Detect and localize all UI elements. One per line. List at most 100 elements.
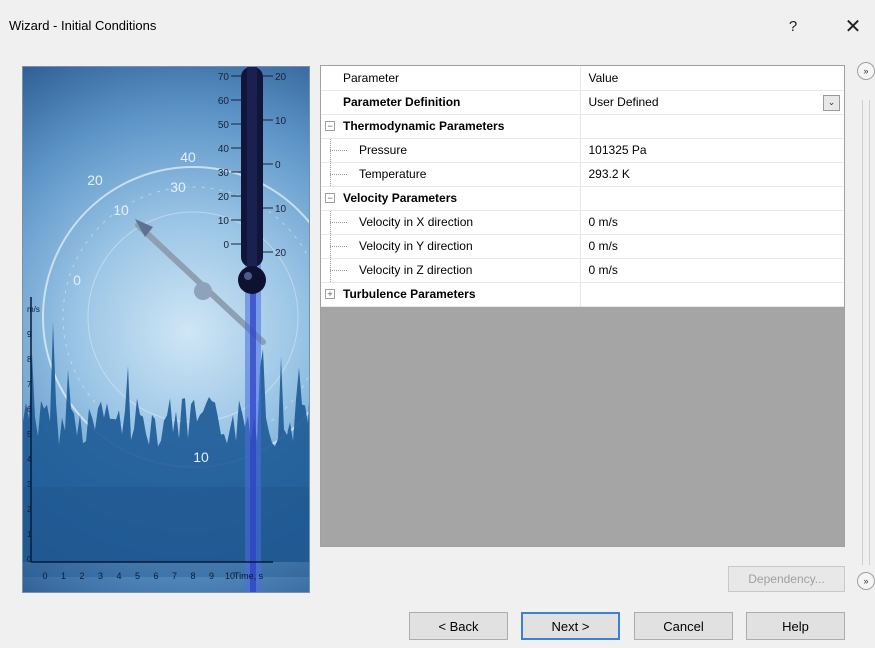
thermometer-label-right: 20	[275, 248, 287, 259]
window-title: Wizard - Initial Conditions	[9, 18, 157, 33]
thermometer-label-left: 70	[218, 72, 230, 83]
row-velocity-x[interactable]: Velocity in X direction 0 m/s	[321, 210, 845, 235]
collapse-icon[interactable]: −	[325, 121, 335, 131]
bottom-axis-label: 0	[42, 571, 47, 581]
parameters-grid: Parameter Value Parameter Definition Use…	[320, 65, 845, 547]
bottom-axis-label: Time, s	[234, 571, 264, 581]
pressure-value[interactable]: 101325 Pa	[581, 139, 845, 162]
left-axis-label: 8	[27, 355, 32, 364]
tree-connector	[325, 210, 349, 234]
gauge-label: 10	[113, 202, 129, 218]
thermometer-bulb	[238, 266, 266, 294]
header-parameter: Parameter	[343, 70, 400, 85]
gauge-arc-inner	[87, 211, 299, 423]
velocity-z-label: Velocity in Z direction	[359, 263, 473, 277]
bottom-axis-label: 5	[135, 571, 140, 581]
double-chevron-right-icon[interactable]: »	[857, 572, 875, 590]
left-axis-label: 9	[27, 330, 32, 339]
thermometer-label-right: 10	[275, 116, 287, 127]
thermometer-label-right: 0	[275, 160, 281, 171]
temperature-value[interactable]: 293.2 K	[581, 163, 845, 186]
row-parameter-definition[interactable]: Parameter Definition User Defined ⌄	[321, 90, 845, 115]
turbulence-group-label: Turbulence Parameters	[343, 287, 476, 301]
header-value: Value	[588, 70, 619, 85]
bottom-axis-label: 9	[209, 571, 214, 581]
help-button[interactable]: Help	[746, 612, 845, 640]
left-axis-label: 6	[27, 405, 32, 414]
velocity-y-value[interactable]: 0 m/s	[581, 235, 845, 258]
gauge-label: 10	[193, 449, 209, 465]
tree-connector	[325, 162, 349, 186]
row-turbulence-parameters[interactable]: + Turbulence Parameters	[321, 282, 845, 307]
tree-connector	[325, 138, 349, 162]
gauge-label: 20	[87, 172, 103, 188]
velocity-group-value	[581, 187, 845, 210]
left-axis-label: 7	[27, 380, 32, 389]
gauge-label: 40	[180, 149, 196, 165]
parameter-definition-label: Parameter Definition	[343, 95, 461, 109]
velocity-y-label: Velocity in Y direction	[359, 239, 473, 253]
close-icon[interactable]: ✕	[838, 12, 868, 40]
pressure-label: Pressure	[359, 143, 408, 157]
gauge-label: 30	[170, 179, 186, 195]
chevron-down-icon[interactable]: ⌄	[823, 94, 840, 111]
parameters-table: Parameter Value Parameter Definition Use…	[321, 66, 844, 307]
next-button[interactable]: Next >	[521, 612, 620, 640]
turbulence-group-value	[581, 283, 845, 306]
left-axis-label: m/s	[27, 305, 40, 314]
thermodynamic-group-label: Thermodynamic Parameters	[343, 119, 505, 133]
thermometer-label-right: 20	[275, 72, 287, 83]
row-temperature[interactable]: Temperature 293.2 K	[321, 162, 845, 187]
thermometer-label-left: 30	[218, 168, 230, 179]
grid-header-row: Parameter Value	[321, 66, 844, 91]
thermometer-label-left: 60	[218, 96, 230, 107]
row-velocity-z[interactable]: Velocity in Z direction 0 m/s	[321, 258, 845, 283]
bottom-axis-label: 4	[116, 571, 121, 581]
help-title-button[interactable]: ?	[778, 12, 808, 40]
thermodynamic-group-value	[581, 115, 845, 138]
row-velocity-parameters[interactable]: − Velocity Parameters	[321, 186, 845, 211]
left-axis-label: 4	[27, 455, 32, 464]
thermometer-column	[247, 67, 257, 272]
gauge-hub	[194, 282, 212, 300]
row-velocity-y[interactable]: Velocity in Y direction 0 m/s	[321, 234, 845, 259]
thermometer-label-left: 50	[218, 120, 230, 131]
expand-icon[interactable]: +	[325, 289, 335, 299]
thermometer-bulb-highlight	[244, 272, 252, 280]
velocity-x-value[interactable]: 0 m/s	[581, 211, 845, 234]
bottom-axis-label: 2	[79, 571, 84, 581]
collapse-icon[interactable]: −	[325, 193, 335, 203]
left-axis-label: 3	[27, 480, 32, 489]
thermometer-label-right: 10	[275, 204, 287, 215]
tree-connector	[325, 258, 349, 282]
dependency-button[interactable]: Dependency...	[728, 566, 845, 592]
bottom-axis-label: 6	[153, 571, 158, 581]
back-button[interactable]: < Back	[409, 612, 508, 640]
thermometer-label-left: 20	[218, 192, 230, 203]
bottom-axis-label: 1	[61, 571, 66, 581]
velocity-z-value[interactable]: 0 m/s	[581, 259, 845, 282]
cancel-button[interactable]: Cancel	[634, 612, 733, 640]
side-scrollbar[interactable]	[862, 100, 870, 565]
double-chevron-right-icon[interactable]: »	[857, 62, 875, 80]
tree-connector	[325, 234, 349, 258]
thermometer-label-left: 0	[223, 240, 229, 251]
velocity-group-label: Velocity Parameters	[343, 191, 458, 205]
title-bar: Wizard - Initial Conditions ? ✕	[0, 0, 875, 50]
temperature-label: Temperature	[359, 167, 427, 181]
thermometer-label-left: 10	[218, 216, 230, 227]
gauge-label: 0	[73, 272, 81, 288]
velocity-x-label: Velocity in X direction	[359, 215, 474, 229]
lower-shade	[23, 487, 309, 577]
left-axis-label: 5	[27, 430, 32, 439]
thermometer-label-left: 40	[218, 144, 230, 155]
parameter-definition-value[interactable]: User Defined	[581, 91, 845, 114]
side-image-artwork: 706050403020100201001020 0 1 2 3 4 5 6 7 8 9 10Tim…	[23, 67, 309, 592]
row-pressure[interactable]: Pressure 101325 Pa	[321, 138, 845, 163]
left-axis-label: 2	[27, 505, 32, 514]
row-thermodynamic-parameters[interactable]: − Thermodynamic Parameters	[321, 114, 845, 139]
bottom-axis-label: 3	[98, 571, 103, 581]
bottom-axis-label: 8	[190, 571, 195, 581]
wizard-side-image: 70 60 50 40 30 20 10 0 20 10 0 10 20 0 1 2 3 4 5 6 7 8 9 10 Tim…	[22, 66, 310, 593]
left-axis-label: 1	[27, 530, 32, 539]
